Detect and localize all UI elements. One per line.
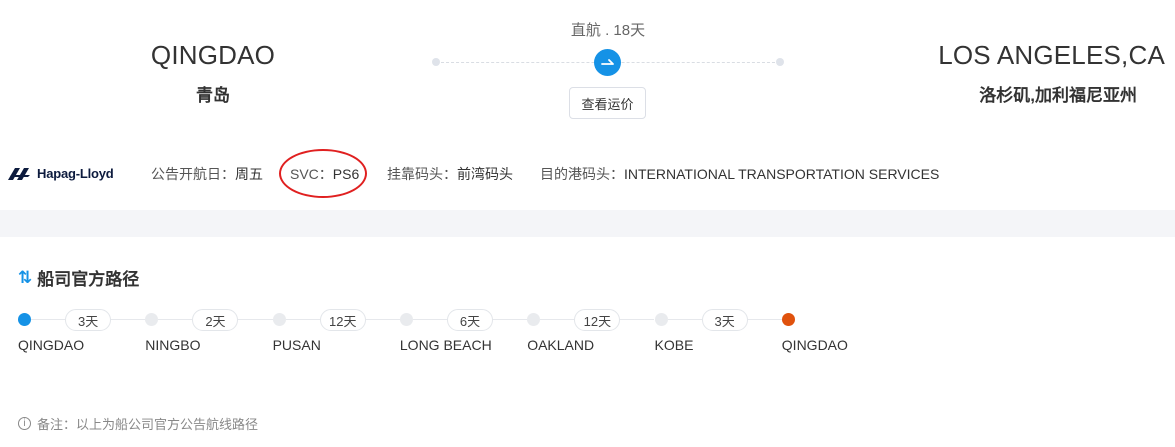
route-start-dot — [432, 58, 440, 66]
route-leg-days: 3天 — [65, 309, 112, 331]
route-leg-days: 6天 — [447, 309, 494, 331]
route-stop-dot — [145, 313, 159, 326]
route-leg-days: 12天 — [319, 309, 366, 331]
berth-terminal: 挂靠码头：前湾码头 — [387, 164, 513, 184]
route-end-dot — [776, 58, 784, 66]
route-swap-icon: ⇅ — [18, 267, 33, 287]
berth-terminal-label: 挂靠码头： — [387, 166, 457, 182]
destination-port-name-cn: 洛杉矶,加利福尼亚州 — [979, 86, 1137, 105]
origin-port-name-cn: 青岛 — [196, 86, 230, 105]
info-icon: i — [18, 417, 31, 430]
route-arrow-icon — [594, 49, 621, 76]
origin-port-name: QINGDAO — [150, 40, 276, 70]
berth-terminal-value: 前湾码头 — [457, 166, 513, 182]
route-summary: 直航 . 18天 — [570, 22, 646, 39]
sailing-day-label: 公告开航日： — [151, 166, 235, 182]
route-note: i 备注：以上为船公司官方公告航线路径 — [18, 414, 258, 433]
section-divider — [0, 210, 1175, 237]
route-stop-dot — [654, 313, 668, 326]
destination-terminal-label: 目的港码头： — [540, 166, 624, 182]
route-leg-days: 3天 — [701, 309, 748, 331]
destination-terminal-value: INTERNATIONAL TRANSPORTATION SERVICES — [624, 166, 940, 182]
route-leg-days: 12天 — [574, 309, 621, 331]
destination-terminal: 目的港码头：INTERNATIONAL TRANSPORTATION SERVI… — [540, 164, 939, 184]
sailing-day: 公告开航日：周五 — [151, 164, 263, 184]
route-stop-name: PUSAN — [272, 337, 321, 353]
route-stop-name: QINGDAO — [781, 337, 848, 353]
route-stop-name: LONG BEACH — [399, 337, 492, 353]
route-stop-dot — [399, 313, 413, 326]
route-stop-name: QINGDAO — [18, 337, 85, 353]
destination-port-name: LOS ANGELES,CA — [938, 40, 1165, 70]
route-stop-dot — [527, 313, 541, 326]
route-note-text: 备注：以上为船公司官方公告航线路径 — [37, 417, 259, 432]
route-leg-days: 2天 — [192, 309, 239, 331]
carrier-logo: Hapag-Lloyd — [8, 166, 114, 181]
route-stop-name: NINGBO — [145, 337, 201, 353]
carrier-logo-text: Hapag-Lloyd — [37, 166, 114, 181]
service-code-highlight-ring — [279, 149, 367, 198]
route-stop-dot — [272, 313, 286, 326]
route-stop-dot — [18, 313, 31, 326]
route-stop-name: OAKLAND — [527, 337, 595, 353]
hapag-lloyd-logo-icon — [8, 167, 30, 180]
route-stop-name: KOBE — [654, 337, 694, 353]
official-route-title-text: 船司官方路径 — [37, 270, 140, 289]
official-route-title: ⇅ 船司官方路径 — [18, 265, 139, 290]
view-rates-button[interactable]: 查看运价 — [569, 87, 646, 119]
route-stop-dot — [781, 313, 795, 326]
sailing-day-value: 周五 — [235, 166, 263, 182]
